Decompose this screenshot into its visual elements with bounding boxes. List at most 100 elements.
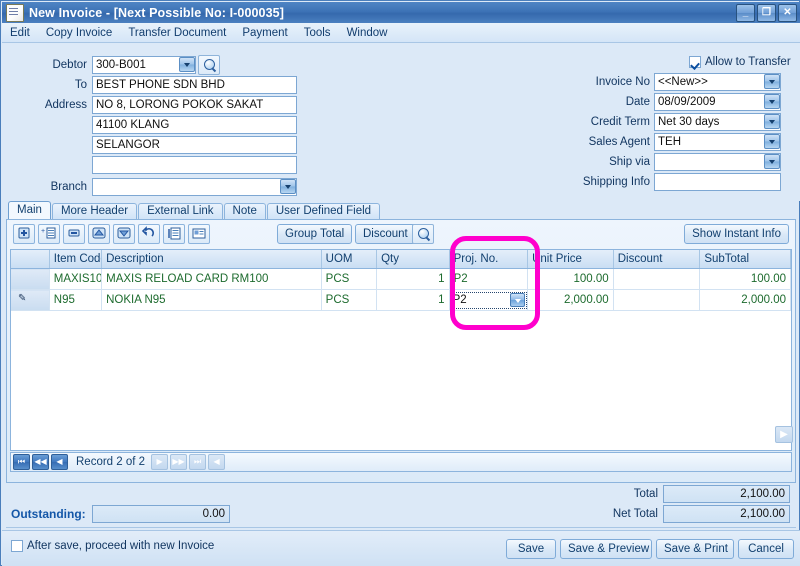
cell-proj-no[interactable]: P2: [449, 268, 529, 290]
delete-row-icon: [68, 229, 80, 237]
shipping-info-input[interactable]: [654, 173, 781, 191]
save-print-button[interactable]: Save & Print: [656, 539, 734, 559]
next-page-button[interactable]: ▶▶: [170, 454, 188, 470]
invoice-no-input[interactable]: <<New>>: [654, 73, 781, 91]
first-record-button[interactable]: ⏮: [13, 454, 30, 470]
detail-button[interactable]: [163, 224, 185, 244]
close-button[interactable]: ✕: [778, 4, 797, 22]
credit-term-dropdown-button[interactable]: [764, 114, 780, 129]
shipping-info-label: Shipping Info: [582, 176, 650, 188]
invoice-no-dropdown-button[interactable]: [764, 74, 780, 89]
menu-item-copy-invoice[interactable]: Copy Invoice: [38, 25, 120, 41]
table-row[interactable]: ✎ N95 NOKIA N95 PCS 1 P2 2,000.00 2,000.…: [11, 289, 791, 311]
grid-search-button[interactable]: [412, 224, 434, 244]
column-header-description[interactable]: Description: [101, 250, 322, 269]
cell-description[interactable]: MAXIS RELOAD CARD RM100: [101, 268, 322, 290]
credit-term-input[interactable]: Net 30 days: [654, 113, 781, 131]
undo-button[interactable]: [138, 224, 160, 244]
minimize-button[interactable]: _: [736, 4, 755, 22]
move-down-button[interactable]: [113, 224, 135, 244]
column-header-subtotal[interactable]: SubTotal: [699, 250, 791, 269]
insert-row-button[interactable]: +: [38, 224, 60, 244]
outstanding-value: 0.00: [92, 505, 230, 523]
menu-item-edit[interactable]: Edit: [2, 25, 38, 41]
cell-qty[interactable]: 1: [376, 268, 450, 290]
header-form: Debtor 300-B001 To BEST PHONE SDN BHD Ad…: [2, 43, 800, 201]
prev-page-button[interactable]: ◀◀: [32, 454, 49, 470]
tab-note[interactable]: Note: [223, 203, 266, 220]
save-button[interactable]: Save: [506, 539, 556, 559]
next-record-button[interactable]: ▶: [151, 454, 169, 470]
maximize-button[interactable]: ❐: [757, 4, 776, 22]
cell-uom[interactable]: PCS: [321, 268, 378, 290]
row-selector-cell[interactable]: [11, 268, 50, 290]
proj-no-combo[interactable]: P2: [449, 291, 527, 309]
branch-input[interactable]: [92, 178, 297, 196]
ship-via-dropdown-button[interactable]: [764, 154, 780, 169]
sales-agent-dropdown-button[interactable]: [764, 134, 780, 149]
add-row-button[interactable]: [13, 224, 35, 244]
column-header-unit-price[interactable]: Unit Price: [527, 250, 614, 269]
tab-user-defined-field[interactable]: User Defined Field: [266, 203, 381, 220]
allow-to-transfer-checkbox[interactable]: [689, 56, 701, 68]
allow-to-transfer-row[interactable]: Allow to Transfer: [689, 56, 791, 68]
to-input[interactable]: BEST PHONE SDN BHD: [92, 76, 297, 94]
address-line4-input[interactable]: [92, 156, 297, 174]
ship-via-label: Ship via: [609, 156, 650, 168]
address-line2-input[interactable]: 41100 KLANG: [92, 116, 297, 134]
cell-discount[interactable]: [613, 289, 701, 311]
properties-button[interactable]: [188, 224, 210, 244]
save-preview-button[interactable]: Save & Preview: [560, 539, 652, 559]
column-header-item-code[interactable]: Item Code: [49, 250, 103, 269]
address-label: Address: [44, 99, 87, 111]
tab-main[interactable]: Main: [8, 201, 51, 220]
after-save-row[interactable]: After save, proceed with new Invoice: [11, 540, 214, 552]
menu-item-tools[interactable]: Tools: [296, 25, 339, 41]
cell-proj-no-editor[interactable]: P2: [449, 289, 529, 311]
prev-record-button[interactable]: ◀: [51, 454, 68, 470]
column-header-proj-no[interactable]: Proj. No.: [449, 250, 529, 269]
cell-unit-price[interactable]: 100.00: [527, 268, 614, 290]
ship-via-input[interactable]: [654, 153, 781, 171]
cell-item-code[interactable]: MAXIS100: [49, 268, 103, 290]
group-total-button[interactable]: Group Total: [277, 224, 353, 244]
proj-no-dropdown-button[interactable]: [510, 293, 526, 307]
menu-item-payment[interactable]: Payment: [234, 25, 295, 41]
tab-more-header[interactable]: More Header: [51, 203, 138, 220]
show-instant-info-button[interactable]: Show Instant Info: [684, 224, 789, 244]
svg-text:+: +: [41, 228, 45, 235]
date-input[interactable]: 08/09/2009: [654, 93, 781, 111]
column-header-uom[interactable]: UOM: [321, 250, 378, 269]
row-selector-cell[interactable]: ✎: [11, 289, 50, 311]
sales-agent-input[interactable]: TEH: [654, 133, 781, 151]
last-record-button[interactable]: ⏭: [189, 454, 207, 470]
address-line1-input[interactable]: NO 8, LORONG POKOK SAKAT: [92, 96, 297, 114]
date-dropdown-button[interactable]: [764, 94, 780, 109]
cell-item-code[interactable]: N95: [49, 289, 103, 311]
address-line3-input[interactable]: SELANGOR: [92, 136, 297, 154]
outstanding-label: Outstanding:: [11, 507, 86, 521]
column-header-discount[interactable]: Discount: [613, 250, 701, 269]
debtor-dropdown-button[interactable]: [179, 57, 195, 72]
cell-description[interactable]: NOKIA N95: [101, 289, 322, 311]
delete-row-button[interactable]: [63, 224, 85, 244]
move-up-button[interactable]: [88, 224, 110, 244]
cancel-button[interactable]: Cancel: [738, 539, 794, 559]
branch-dropdown-button[interactable]: [280, 179, 296, 194]
cell-subtotal[interactable]: 100.00: [699, 268, 791, 290]
grid-discount-button[interactable]: Discount: [355, 224, 416, 244]
cell-subtotal[interactable]: 2,000.00: [699, 289, 791, 311]
cell-unit-price[interactable]: 2,000.00: [527, 289, 614, 311]
table-row[interactable]: MAXIS100 MAXIS RELOAD CARD RM100 PCS 1 P…: [11, 268, 791, 290]
cell-qty[interactable]: 1: [376, 289, 450, 311]
debtor-search-button[interactable]: [198, 55, 220, 75]
after-save-checkbox[interactable]: [11, 540, 23, 552]
cell-uom[interactable]: PCS: [321, 289, 378, 311]
column-header-qty[interactable]: Qty: [376, 250, 450, 269]
grid-scroll-right-button[interactable]: ▶: [775, 426, 793, 443]
cell-discount[interactable]: [613, 268, 701, 290]
collapse-button[interactable]: ◀: [208, 454, 226, 470]
tab-external-link[interactable]: External Link: [138, 203, 223, 220]
menu-item-window[interactable]: Window: [339, 25, 396, 41]
menu-item-transfer-document[interactable]: Transfer Document: [120, 25, 234, 41]
